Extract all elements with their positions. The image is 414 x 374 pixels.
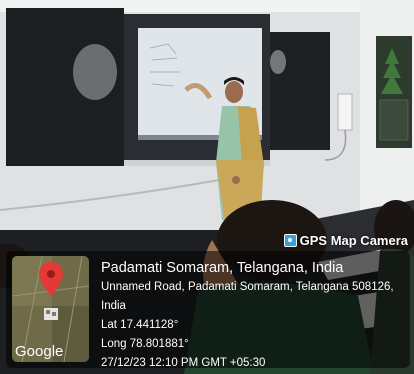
- location-info: Padamati Somaram, Telangana, India Unnam…: [101, 258, 414, 373]
- badge-label: GPS Map Camera: [299, 233, 408, 248]
- map-thumbnail: Google: [12, 256, 89, 362]
- location-latitude: Lat 17.441128°: [101, 319, 179, 331]
- camera-icon: [283, 234, 297, 247]
- gps-map-camera-badge: GPS Map Camera: [283, 233, 408, 248]
- location-address: Unnamed Road, Padamati Somaram, Telangan…: [101, 281, 394, 312]
- location-longitude: Long 78.801881°: [101, 338, 189, 350]
- location-title: Padamati Somaram, Telangana, India: [101, 260, 344, 276]
- google-logo: Google: [15, 343, 63, 360]
- classroom-photo: GPS Map Camera Google Padamati Somaram, …: [0, 0, 414, 374]
- location-datetime: 27/12/23 12:10 PM GMT +05:30: [101, 357, 266, 369]
